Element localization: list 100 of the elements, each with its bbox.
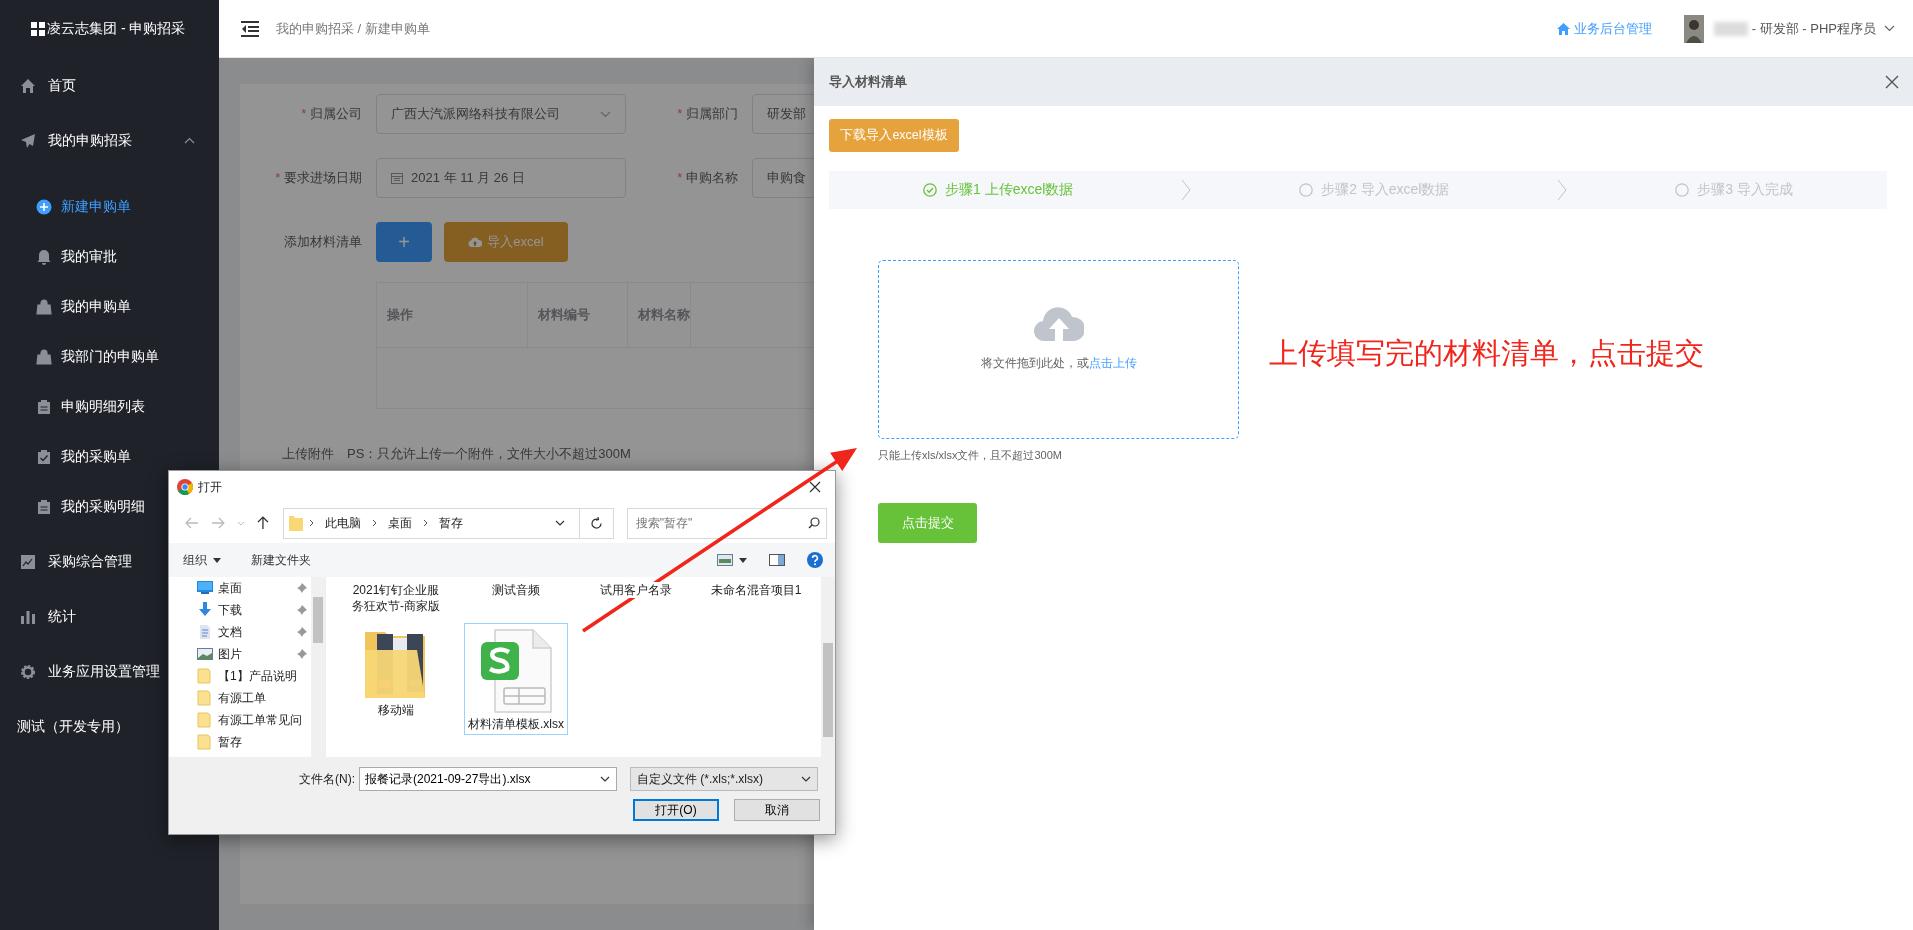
breadcrumb: 我的申购招采 / 新建申购单 xyxy=(276,19,430,38)
upload-dropzone[interactable]: 将文件拖到此处，或点击上传 xyxy=(878,260,1239,439)
home-icon xyxy=(20,77,36,94)
path-segment[interactable]: 桌面 xyxy=(387,514,412,532)
bag-icon xyxy=(36,349,52,365)
new-folder-button[interactable]: 新建文件夹 xyxy=(251,551,311,569)
document-icon xyxy=(197,624,213,640)
nav-item[interactable]: 暂存 xyxy=(169,731,311,753)
plus-circle-icon xyxy=(36,199,52,215)
home-icon xyxy=(1556,22,1570,35)
caret-icon[interactable] xyxy=(739,557,747,563)
folder-icon xyxy=(197,712,213,728)
submenu-item[interactable]: 我的申购单 xyxy=(0,282,219,332)
chevron-right-icon[interactable] xyxy=(371,519,377,527)
field-label: * 申购名称 xyxy=(676,169,738,187)
chevron-right-icon xyxy=(1557,179,1568,201)
file-item[interactable]: 未命名混音项目1 xyxy=(696,579,816,623)
spreadsheet-file-icon xyxy=(479,628,553,714)
organize-menu[interactable]: 组织 xyxy=(183,551,207,569)
scrollbar[interactable] xyxy=(821,577,835,757)
column-header: 材料名称 xyxy=(628,283,691,347)
date-field[interactable]: 2021 年 11 月 26 日 xyxy=(376,158,626,198)
filename-field[interactable]: 报餐记录(2021-09-27导出).xlsx xyxy=(359,767,617,791)
file-item[interactable]: 移动端 xyxy=(336,623,456,736)
search-field[interactable]: 搜索"暂存" xyxy=(626,507,827,539)
chevron-down-icon[interactable] xyxy=(1884,25,1895,32)
picture-icon xyxy=(197,646,213,662)
folder-icon xyxy=(197,690,213,706)
avatar[interactable] xyxy=(1683,14,1704,43)
chevron-up-icon[interactable] xyxy=(184,137,195,144)
column-header: 材料编号 xyxy=(528,283,628,347)
menu-icon[interactable] xyxy=(241,20,259,37)
browser-icon xyxy=(177,479,193,495)
nav-item[interactable]: 有源工单常见问 xyxy=(169,709,311,731)
caret-icon[interactable] xyxy=(554,520,565,526)
app-title: 凌云志集团 - 申购招采 xyxy=(47,20,186,38)
submenu-item[interactable]: 我的审批 xyxy=(0,232,219,282)
menu-item[interactable]: 我的申购招采 xyxy=(0,113,219,168)
redaction-blur xyxy=(1713,21,1748,36)
address-bar[interactable]: 此电脑 桌面 暂存 xyxy=(282,507,614,539)
clipboard-check-icon xyxy=(36,449,52,465)
caret-icon[interactable] xyxy=(213,557,221,563)
folder-icon xyxy=(197,668,213,684)
file-item[interactable]: 试用客户名录 xyxy=(576,579,696,623)
bag-icon xyxy=(36,299,52,315)
path-segment[interactable]: 此电脑 xyxy=(324,514,361,532)
send-icon xyxy=(20,132,36,149)
submenu-item[interactable]: 我部门的申购单 xyxy=(0,332,219,382)
search-icon xyxy=(808,517,820,529)
up-arrow-icon[interactable] xyxy=(256,516,269,530)
select-field[interactable]: 广西大汽派网络科技有限公司 xyxy=(376,94,626,134)
field-label: * 归属部门 xyxy=(676,105,738,123)
upload-cloud-icon xyxy=(1033,305,1084,343)
help-icon[interactable] xyxy=(807,552,823,568)
filename-label: 文件名(N): xyxy=(298,770,356,788)
scrollbar[interactable] xyxy=(311,577,325,757)
file-item[interactable]: 材料清单模板.xlsx xyxy=(464,623,568,736)
bell-icon xyxy=(36,249,52,265)
field-label: * 要求进场日期 xyxy=(274,169,362,187)
chevron-right-icon[interactable] xyxy=(422,519,428,527)
user-info[interactable]: - 研发部 - PHP程序员 xyxy=(1751,19,1876,38)
upload-cloud-icon xyxy=(468,236,483,248)
field-label: 添加材料清单 xyxy=(283,233,362,251)
bars-icon xyxy=(20,608,36,625)
submenu-item[interactable]: 申购明细列表 xyxy=(0,382,219,432)
pin-icon[interactable] xyxy=(297,627,307,637)
annotation-text: 上传填写完的材料清单，点击提交 xyxy=(1269,336,1704,371)
calendar-icon xyxy=(391,172,403,184)
open-button[interactable]: 打开(O) xyxy=(633,799,719,821)
file-type-select[interactable]: 自定义文件 (*.xls;*.xlsx) xyxy=(630,767,818,791)
chevron-right-icon xyxy=(1181,179,1192,201)
drawer-title: 导入材料清单 xyxy=(829,73,907,91)
chevron-right-icon[interactable] xyxy=(308,519,314,527)
clipboard-icon xyxy=(36,499,52,515)
caret-icon[interactable] xyxy=(600,776,610,782)
gear-icon xyxy=(20,663,36,680)
view-icon[interactable] xyxy=(717,554,733,566)
step-label: 步骤1 上传excel数据 xyxy=(944,181,1074,199)
down-arrow-icon xyxy=(197,602,213,618)
clipboard-icon xyxy=(36,399,52,415)
grid-icon xyxy=(31,22,45,36)
caret-icon[interactable] xyxy=(801,776,811,782)
cancel-button[interactable]: 取消 xyxy=(734,799,820,821)
file-item[interactable]: 测试音频 xyxy=(456,579,576,623)
upload-instruction: 将文件拖到此处，或点击上传 xyxy=(980,355,1137,372)
path-segment[interactable]: 暂存 xyxy=(438,514,463,532)
folder-icon xyxy=(197,734,213,750)
desktop-icon xyxy=(197,580,213,596)
preview-pane-icon[interactable] xyxy=(769,554,785,566)
pin-icon[interactable] xyxy=(297,649,307,659)
pin-icon[interactable] xyxy=(297,583,307,593)
submenu-item[interactable]: 新建申购单 xyxy=(0,182,219,232)
column-header: 操作 xyxy=(377,283,528,347)
close-icon[interactable] xyxy=(1885,75,1899,89)
folder-icon xyxy=(288,515,303,531)
pin-icon[interactable] xyxy=(297,605,307,615)
close-icon[interactable] xyxy=(809,481,821,493)
menu-item[interactable]: 首页 xyxy=(0,58,219,113)
upload-hint: 只能上传xls/xlsx文件，且不超过300M xyxy=(878,448,1062,463)
chart-icon xyxy=(20,553,36,570)
